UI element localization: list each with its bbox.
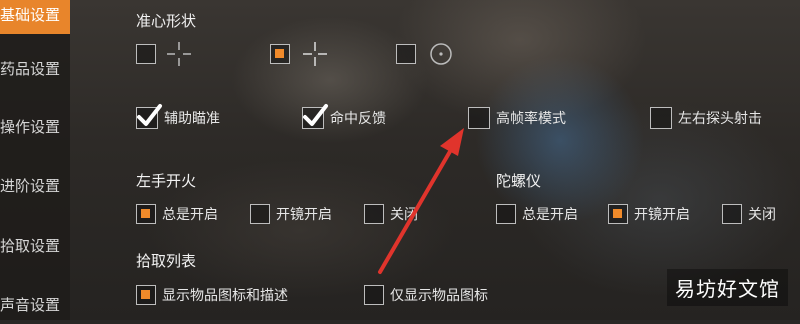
watermark: 易坊好文馆: [667, 269, 788, 306]
